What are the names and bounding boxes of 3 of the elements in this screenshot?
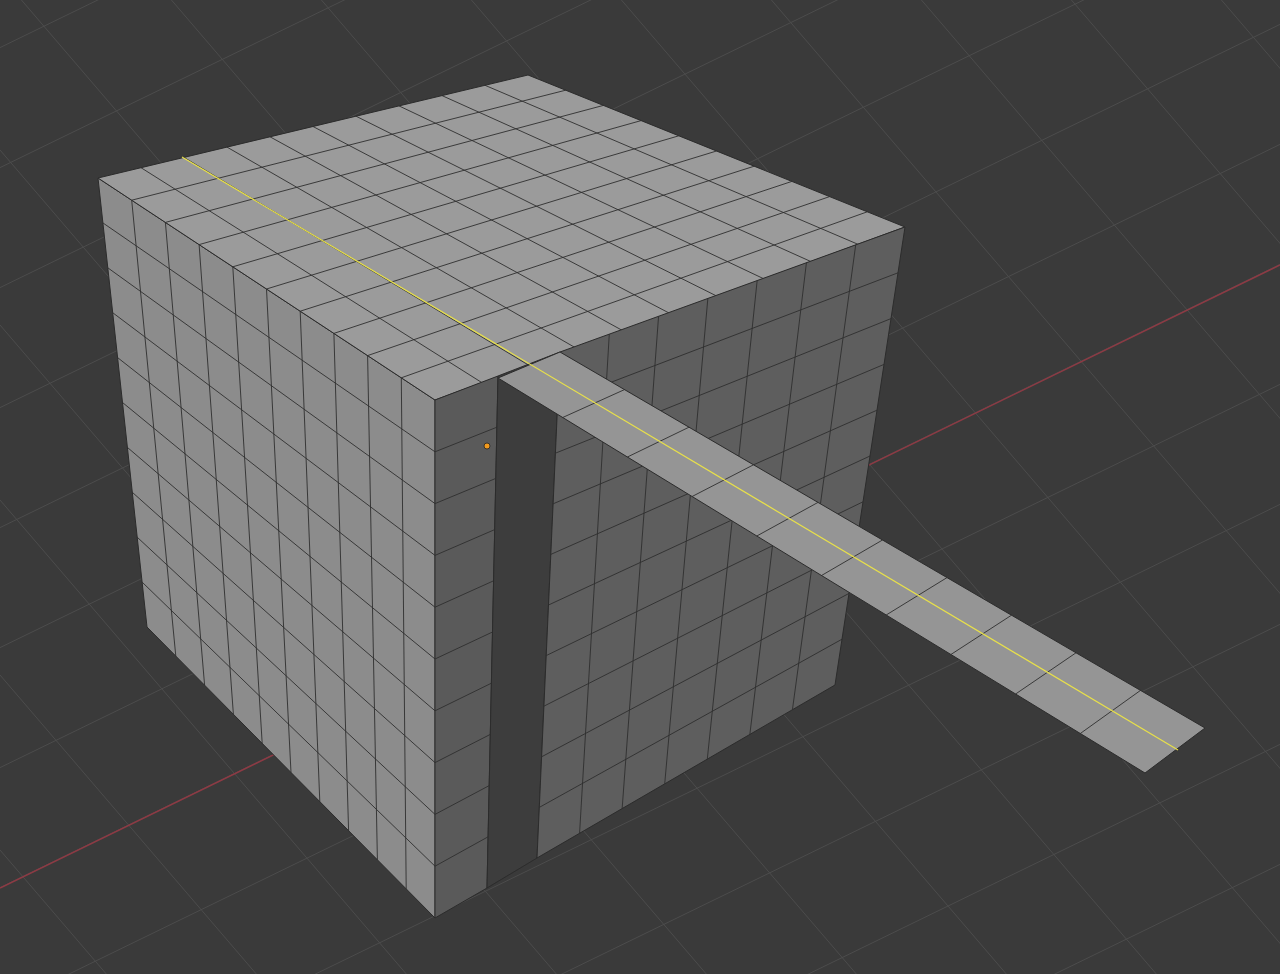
- selected-edge-line[interactable]: [181, 156, 1179, 751]
- 3d-viewport[interactable]: [0, 0, 1280, 974]
- mesh-drawing[interactable]: [97, 74, 1206, 919]
